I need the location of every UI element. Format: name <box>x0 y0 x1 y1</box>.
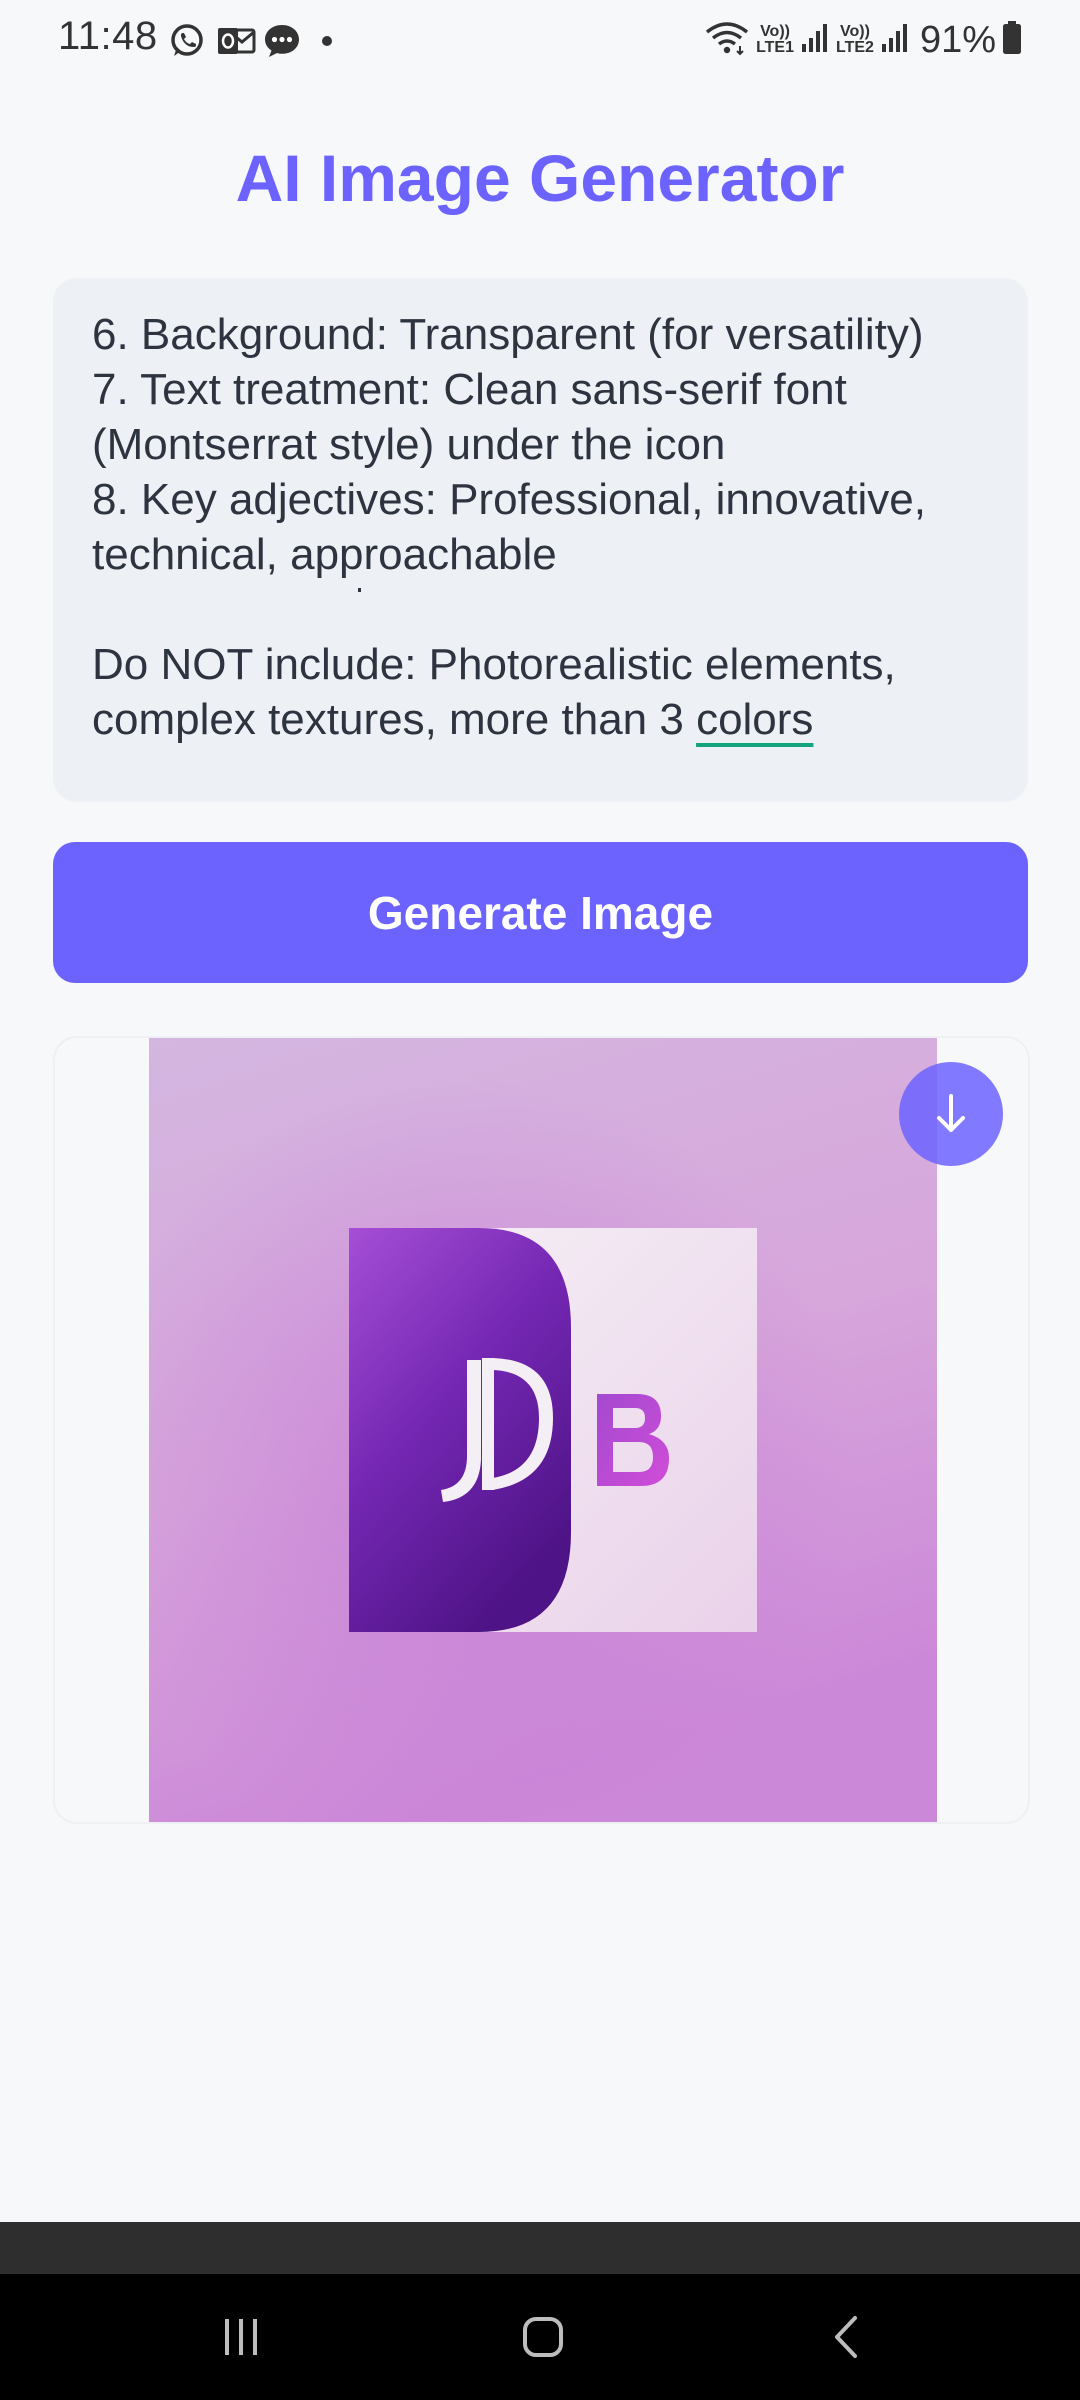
sim2-lte-label: LTE2 <box>836 39 874 56</box>
recent-apps-button[interactable] <box>161 2274 321 2400</box>
generate-image-button[interactable]: Generate Image <box>53 842 1028 983</box>
keyboard-strip <box>0 2222 1080 2274</box>
battery-percent: 91% <box>919 18 996 61</box>
download-arrow-icon <box>937 1094 965 1132</box>
navigation-bar <box>0 2274 1080 2400</box>
signal-sim1-icon <box>800 22 830 59</box>
sim2-volte-label: Vo)) <box>840 23 870 40</box>
prompt-input[interactable]: 6. Background: Transparent (for versatil… <box>53 278 1028 802</box>
notification-dot <box>322 36 332 46</box>
generated-image[interactable] <box>149 1038 937 1822</box>
messages-icon <box>262 22 302 65</box>
spellcheck-word[interactable]: colors <box>696 695 813 744</box>
battery-icon <box>1002 20 1022 60</box>
home-button[interactable] <box>463 2274 623 2400</box>
sim1-lte-label: LTE1 <box>756 39 794 56</box>
sim2-network-label: Vo)) LTE2 <box>836 24 874 56</box>
outlook-icon <box>216 22 256 65</box>
sim1-volte-label: Vo)) <box>760 23 790 40</box>
sim1-network-label: Vo)) LTE1 <box>756 24 794 56</box>
download-button[interactable] <box>899 1062 1003 1166</box>
image-result-card <box>53 1036 1030 1824</box>
whatsapp-icon <box>168 22 206 65</box>
wifi-icon <box>704 20 750 61</box>
home-icon <box>523 2317 563 2357</box>
back-button[interactable] <box>766 2274 926 2400</box>
page-title: AI Image Generator <box>235 141 845 215</box>
status-right-group: Vo)) LTE1 Vo)) LTE2 91% <box>704 14 1022 66</box>
back-icon <box>835 2316 857 2358</box>
prompt-text[interactable]: 6. Background: Transparent (for versatil… <box>92 307 1022 747</box>
recent-apps-icon <box>225 2319 257 2355</box>
signal-sim2-icon <box>880 22 910 59</box>
status-bar: 11:48 Vo)) LTE1 Vo)) LTE2 91% <box>0 0 1080 80</box>
status-time: 11:48 <box>58 14 158 58</box>
prompt-body: 6. Background: Transparent (for versatil… <box>92 310 927 744</box>
